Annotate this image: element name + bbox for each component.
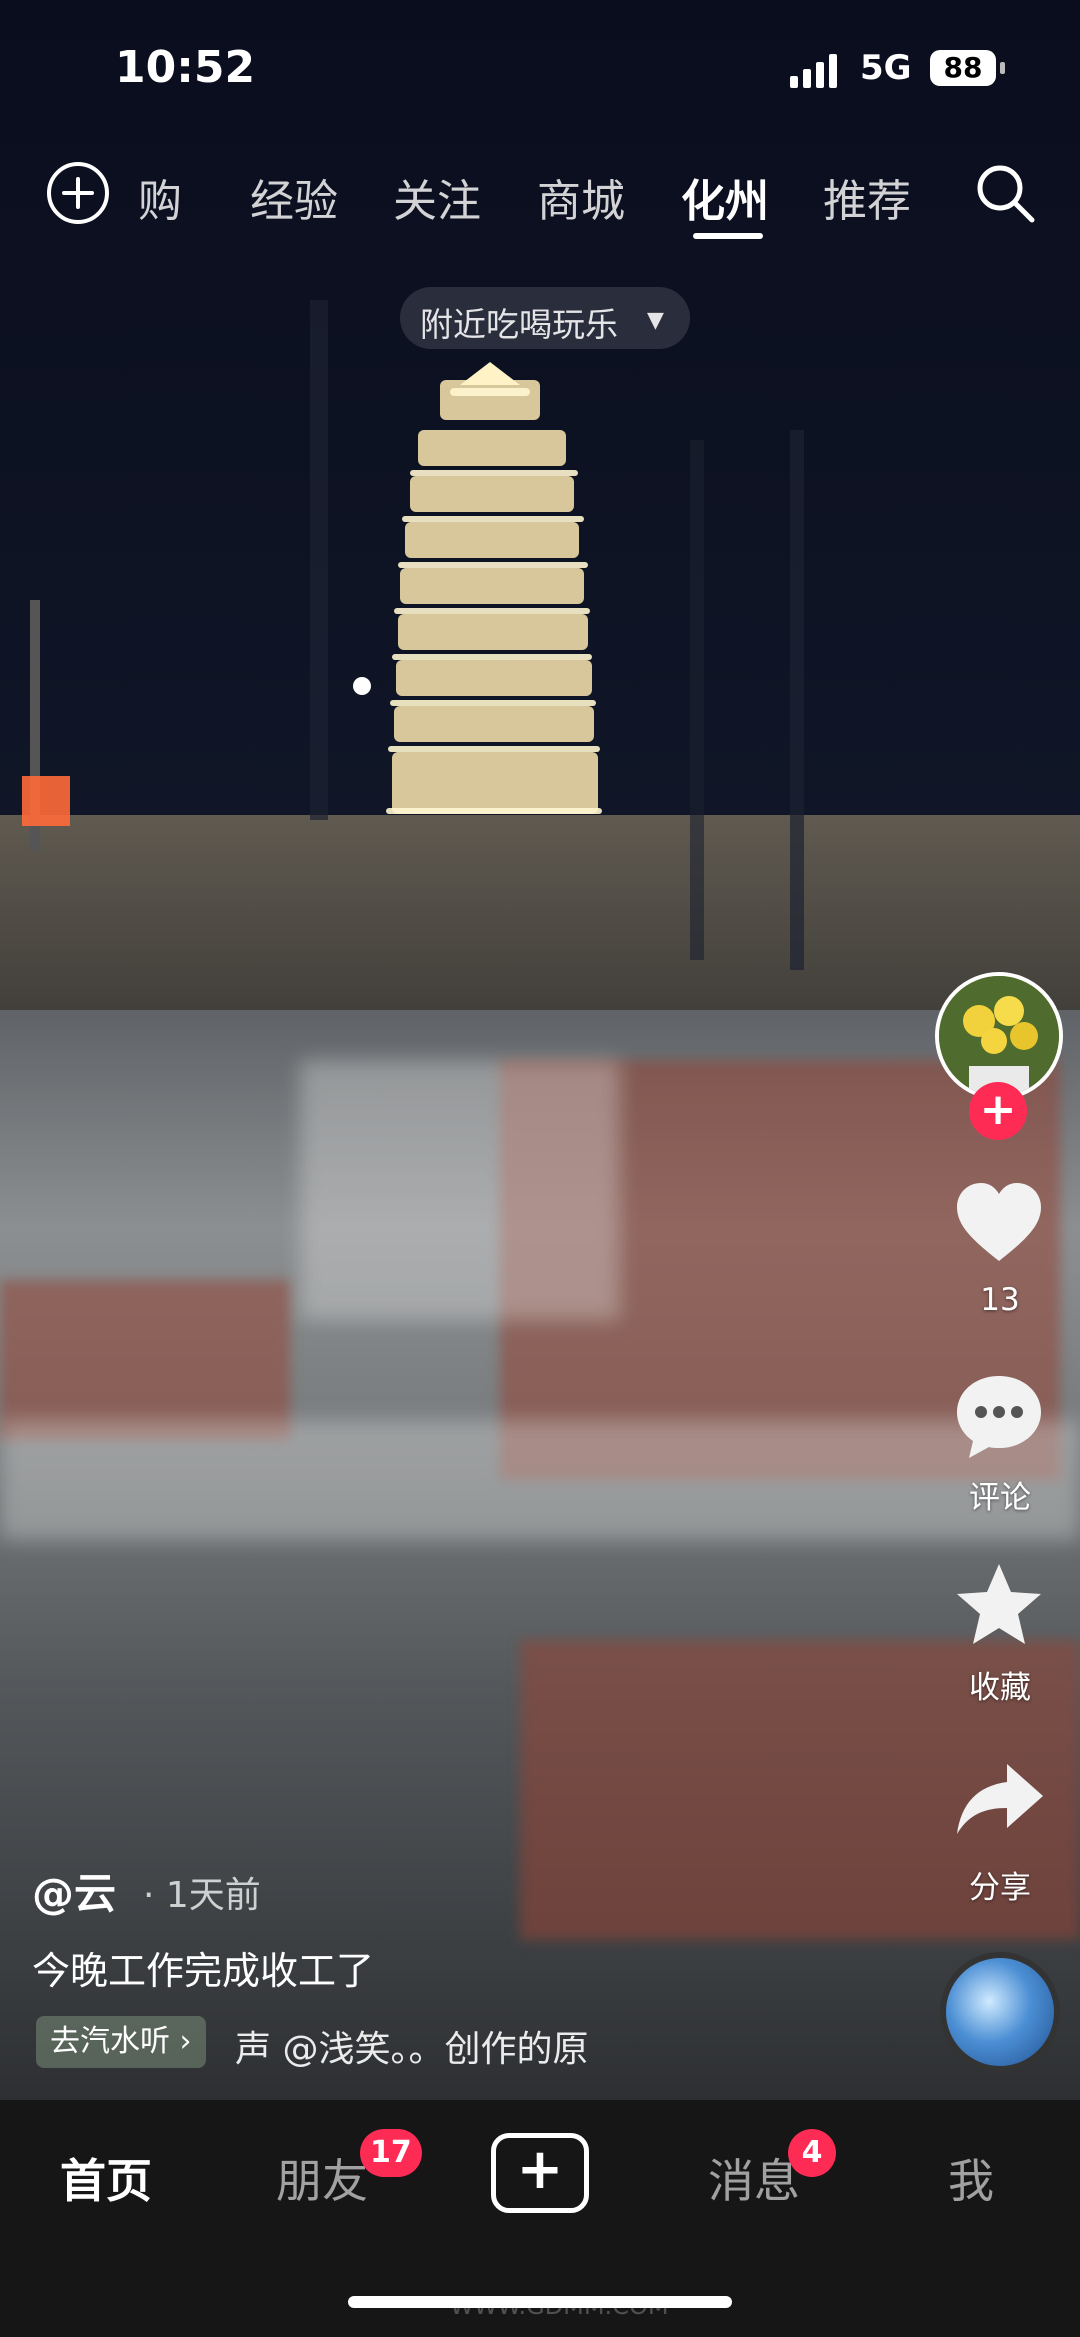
watermark: WWW.GDMM.COM [450,2292,669,2320]
nearby-filter-label: 附近吃喝玩乐 [420,305,618,344]
share-label: 分享 [969,1870,1031,1906]
nav-messages[interactable]: 消息 [708,2145,800,2211]
nav-friends[interactable]: 朋友 [276,2145,368,2211]
post-time: · 1天前 [143,1875,261,1916]
tab-following[interactable]: 关注 [393,165,481,229]
music-disc-icon[interactable] [940,1952,1060,2072]
comment-icon[interactable] [951,1368,1047,1464]
flower-avatar-image [939,976,1059,1096]
go-listen-chip[interactable]: 去汽水听 › [36,2016,206,2068]
share-icon[interactable] [951,1752,1047,1848]
tab-group-buy[interactable]: 购 [138,165,182,229]
status-time: 10:52 [115,42,256,93]
tab-recommended[interactable]: 推荐 [823,165,911,229]
caret-down-icon: ▼ [647,308,664,333]
author-name[interactable]: @云 [32,1860,116,1921]
tab-mall[interactable]: 商城 [537,165,625,229]
like-count: 13 [980,1282,1020,1318]
post-caption[interactable]: 今晚工作完成收工了 [32,1940,374,1995]
messages-badge: 4 [788,2129,836,2177]
signal-icon [790,54,837,88]
tab-experience[interactable]: 经验 [250,165,338,229]
music-marquee[interactable]: 声 @浅笑。。创作的原 [235,2020,675,2072]
tab-huazhou[interactable]: 化州 [681,165,769,229]
battery-icon: 88 [930,50,996,86]
favorite-label: 收藏 [969,1670,1031,1706]
star-icon[interactable] [951,1558,1047,1654]
follow-plus-button[interactable]: + [969,1082,1027,1140]
heart-icon[interactable] [951,1175,1047,1271]
friends-badge: 17 [360,2129,422,2177]
search-icon[interactable] [972,160,1038,226]
nav-me[interactable]: 我 [948,2145,994,2211]
create-post-button[interactable]: + [491,2133,589,2213]
network-type: 5G [860,48,912,88]
comment-label: 评论 [969,1480,1031,1516]
active-tab-indicator [693,233,763,239]
nav-home[interactable]: 首页 [60,2145,152,2211]
battery-tip [1000,62,1005,74]
add-circle-icon[interactable] [45,160,111,226]
author-avatar[interactable] [935,972,1063,1100]
